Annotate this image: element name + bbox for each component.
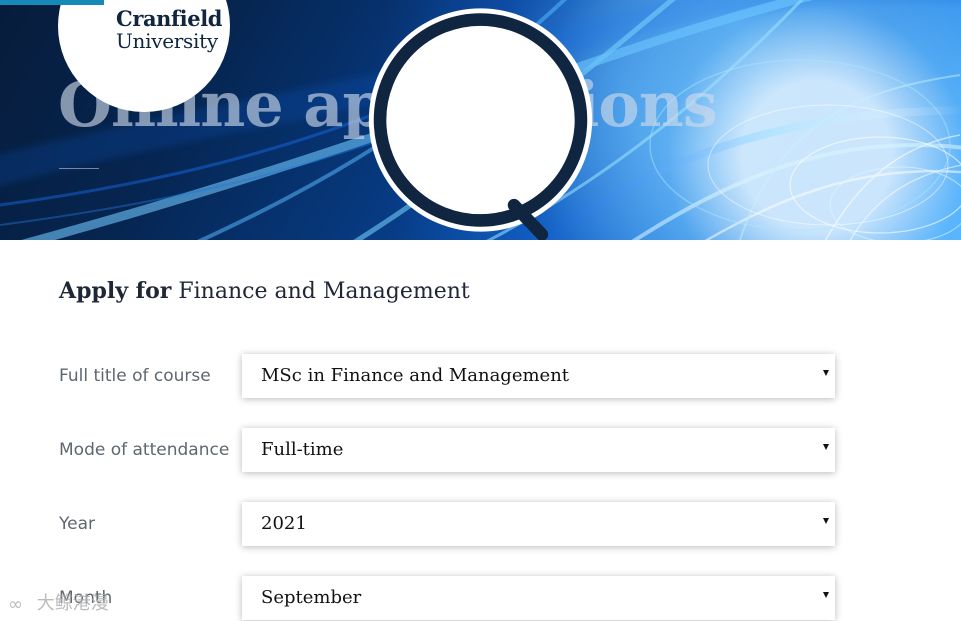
caret-down-icon (823, 444, 829, 450)
mode-of-attendance-select[interactable]: Full-time (242, 428, 835, 472)
caret-down-icon (823, 592, 829, 598)
brand-name-line-1: Cranfield (116, 6, 223, 31)
mode-of-attendance-value: Full-time (261, 439, 344, 460)
mode-of-attendance-label: Mode of attendance (59, 440, 230, 460)
full-title-of-course-value: MSc in Finance and Management (261, 365, 570, 386)
year-select[interactable]: 2021 (242, 502, 835, 546)
brand-name-line-2: University (116, 29, 218, 53)
year-label: Year (59, 514, 95, 534)
caret-down-icon (823, 370, 829, 376)
apply-heading: Apply for Finance and Management (59, 278, 470, 305)
watermark-text: 大鲸港漫 (36, 593, 109, 614)
online-application-page: Cranfield University Online applications… (0, 0, 961, 621)
cranfield-university-logo-text: Cranfield University (116, 8, 222, 51)
watermark-logo-icon: ∞ (8, 594, 23, 615)
year-value: 2021 (261, 513, 307, 534)
watermark: ∞ 大鲸港漫 (8, 589, 109, 615)
full-title-of-course-label: Full title of course (59, 366, 211, 386)
full-title-of-course-select[interactable]: MSc in Finance and Management (242, 354, 835, 398)
apply-heading-programme: Finance and Management (178, 279, 470, 304)
hero-banner: Cranfield University Online applications (0, 0, 961, 240)
caret-down-icon (823, 518, 829, 524)
month-select[interactable]: September (242, 576, 835, 620)
apply-heading-prefix: Apply for (59, 278, 172, 304)
month-value: September (261, 587, 362, 608)
